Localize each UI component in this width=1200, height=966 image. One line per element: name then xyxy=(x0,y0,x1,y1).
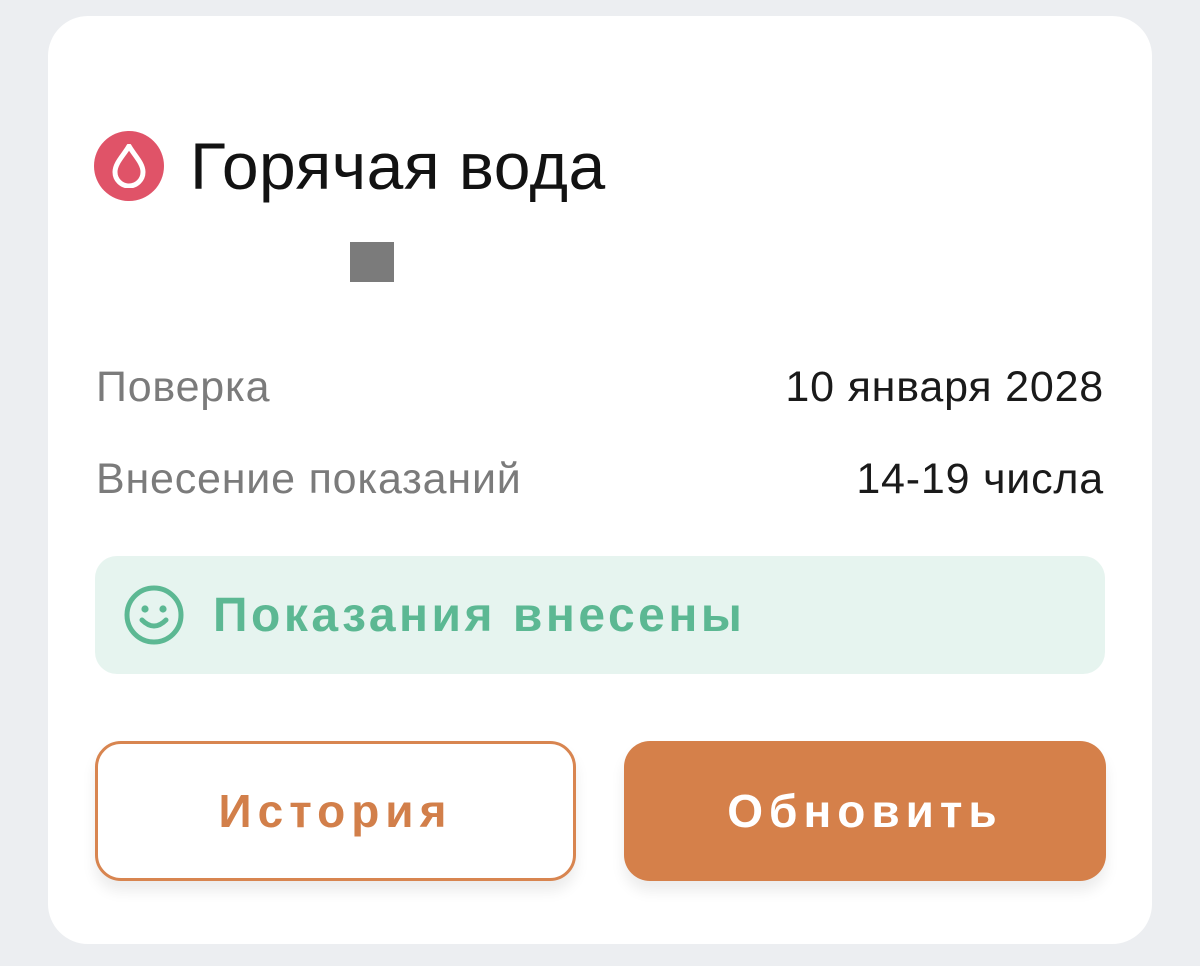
meter-header: Горячая вода xyxy=(94,126,606,206)
smile-icon xyxy=(124,585,184,645)
verification-date: 10 января 2028 xyxy=(785,363,1104,411)
history-button[interactable]: История xyxy=(95,741,576,881)
status-badge: Показания внесены xyxy=(95,556,1105,674)
serial-number-mask xyxy=(350,242,394,282)
reading-period-value: 14-19 числа xyxy=(856,455,1104,503)
verification-label: Поверка xyxy=(96,363,271,411)
reading-period-label: Внесение показаний xyxy=(96,455,522,503)
update-button[interactable]: Обновить xyxy=(624,741,1106,881)
water-drop-icon xyxy=(94,131,164,201)
meter-title: Горячая вода xyxy=(190,129,606,203)
meter-card: Горячая вода Поверка 10 января 2028 Внес… xyxy=(48,16,1152,944)
reading-period-row: Внесение показаний 14-19 числа xyxy=(96,458,1104,501)
verification-row: Поверка 10 января 2028 xyxy=(96,366,1104,409)
status-text: Показания внесены xyxy=(213,588,746,642)
